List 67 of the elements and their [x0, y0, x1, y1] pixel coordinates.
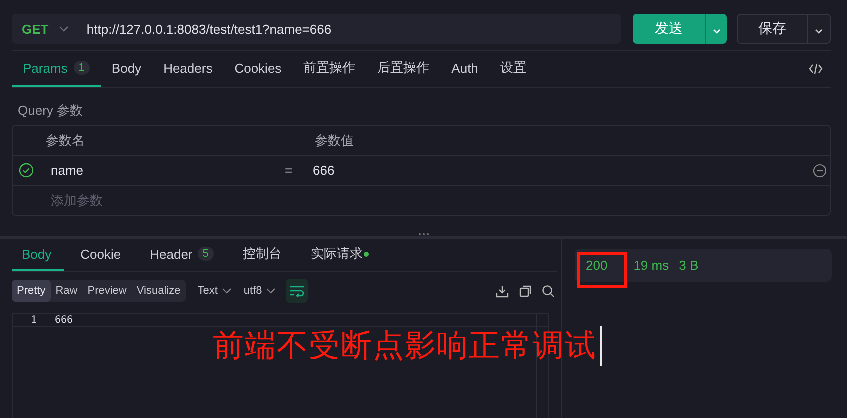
- word-wrap-button[interactable]: [286, 279, 308, 303]
- column-header: 参数值: [315, 132, 354, 150]
- view-mode-button[interactable]: Pretty: [12, 280, 51, 302]
- method-select[interactable]: GET: [12, 14, 70, 44]
- view-mode-button[interactable]: Visualize: [132, 280, 186, 302]
- text-cursor: [600, 326, 602, 366]
- tab-label: Headers: [164, 60, 213, 76]
- response-tab[interactable]: 控制台: [242, 239, 294, 271]
- tab-label: Cookie: [80, 246, 122, 262]
- tab-label: 后置操作: [378, 59, 430, 77]
- chevron-down-icon: [222, 288, 232, 294]
- tab-label: Body: [112, 60, 142, 76]
- tab-label: 实际请求: [310, 245, 363, 263]
- view-mode-button[interactable]: Preview: [82, 280, 132, 302]
- chevron-down-icon: [712, 28, 720, 34]
- param-value[interactable]: 666: [313, 163, 813, 178]
- highlight-rectangle: [577, 252, 627, 288]
- chevron-down-icon: [266, 288, 276, 294]
- request-tab[interactable]: 后置操作: [366, 51, 441, 87]
- tab-label: Body: [22, 246, 52, 262]
- chevron-down-icon: [58, 26, 69, 32]
- request-tab[interactable]: 前置操作: [292, 51, 367, 87]
- response-tab[interactable]: 实际请求: [310, 239, 381, 271]
- request-tab[interactable]: Cookies: [224, 51, 293, 87]
- section-title: Query 参数: [17, 102, 84, 120]
- code-line: 666: [55, 314, 74, 326]
- equals-sign: =: [285, 163, 294, 178]
- request-tab[interactable]: Body: [100, 51, 153, 87]
- wrap-lines-icon: [289, 285, 306, 297]
- response-tab[interactable]: Cookie: [80, 239, 134, 271]
- count-badge: 5: [198, 247, 214, 261]
- annotation-text: 前端不受断点影响正常调试: [213, 327, 597, 366]
- response-tab[interactable]: Header 5: [150, 239, 226, 271]
- response-time: 19 ms: [634, 258, 670, 273]
- status-code: 200: [586, 258, 608, 273]
- remove-icon[interactable]: [813, 164, 827, 178]
- chevron-down-icon: [815, 28, 823, 34]
- tab-label: 前置操作: [304, 59, 356, 77]
- response-size: 3 B: [679, 258, 699, 273]
- request-tab[interactable]: 设置: [489, 51, 538, 87]
- download-icon[interactable]: [496, 284, 509, 298]
- encoding-select[interactable]: utf8: [244, 285, 276, 297]
- view-mode-button[interactable]: Raw: [50, 280, 83, 302]
- url-field[interactable]: http://127.0.0.1:8083/test/test1?name=666: [70, 14, 621, 44]
- request-tab[interactable]: Params 1: [12, 51, 101, 87]
- drag-handle-icon[interactable]: [418, 233, 430, 236]
- tab-label: Header: [150, 246, 193, 262]
- tab-label: Auth: [452, 60, 478, 76]
- check-circle-icon[interactable]: [19, 163, 34, 178]
- tab-label: Cookies: [234, 60, 282, 76]
- format-select[interactable]: Text: [198, 285, 232, 297]
- save-dropdown-button[interactable]: [808, 15, 830, 43]
- search-icon[interactable]: [542, 284, 555, 298]
- tab-label: 设置: [500, 59, 526, 77]
- send-dropdown-button[interactable]: [705, 14, 727, 44]
- copy-icon[interactable]: [519, 284, 532, 298]
- request-tab[interactable]: Auth: [440, 51, 490, 87]
- tab-label: 控制台: [242, 245, 282, 263]
- tab-label: Params: [23, 60, 68, 76]
- save-button[interactable]: 保存: [738, 15, 808, 43]
- code-icon[interactable]: [809, 63, 823, 75]
- line-number: 1: [30, 314, 37, 326]
- param-name[interactable]: name: [51, 163, 285, 178]
- request-tab[interactable]: Headers: [152, 51, 224, 87]
- column-header: 参数名: [46, 132, 86, 150]
- response-tab[interactable]: Body: [12, 239, 64, 271]
- count-badge: 1: [74, 61, 90, 75]
